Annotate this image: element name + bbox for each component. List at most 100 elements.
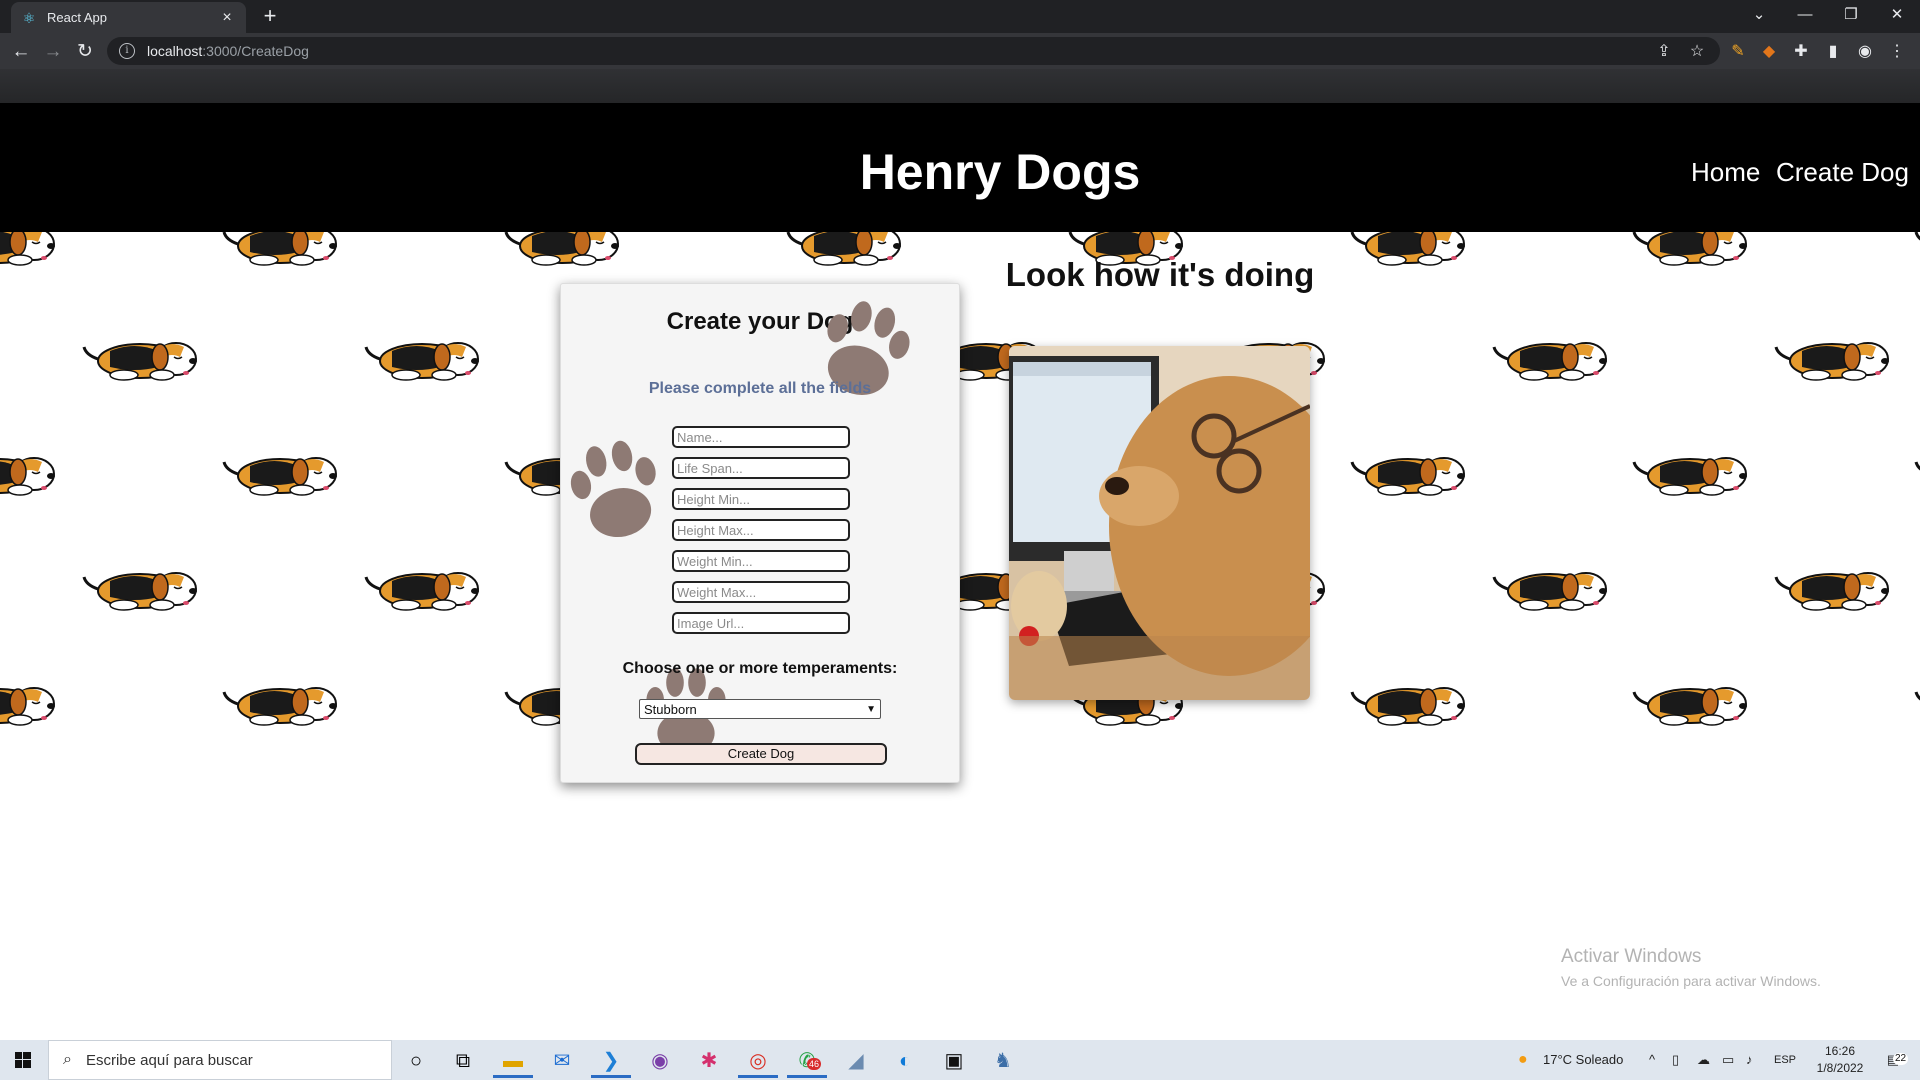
close-tab-icon[interactable]: × xyxy=(218,9,236,27)
volume-icon[interactable]: ♪ xyxy=(1746,1040,1753,1080)
dog-preview-image xyxy=(1009,346,1310,700)
height-max-field[interactable] xyxy=(672,519,850,541)
site-info-icon[interactable]: i xyxy=(119,43,135,59)
vscode-icon[interactable]: ❯ xyxy=(591,1044,631,1078)
back-icon[interactable]: ← xyxy=(8,39,34,65)
network-icon[interactable]: ▭ xyxy=(1722,1040,1734,1080)
cortana-icon[interactable]: ○ xyxy=(396,1044,436,1078)
terminal-icon[interactable]: ▣ xyxy=(934,1044,974,1078)
search-icon: ⌕ xyxy=(63,1051,72,1068)
slack-icon[interactable]: ✱ xyxy=(689,1044,729,1078)
tray-chevron-up-icon[interactable]: ^ xyxy=(1649,1040,1655,1080)
new-tab-button[interactable]: + xyxy=(258,4,282,28)
profile-avatar-icon[interactable]: ◉ xyxy=(1854,41,1876,63)
weather-sun-icon[interactable]: ● xyxy=(1518,1040,1528,1080)
notifications-count: 22 xyxy=(1893,1053,1909,1065)
beagle-illustration xyxy=(1772,327,1892,383)
language-indicator[interactable]: ESP xyxy=(1774,1040,1796,1080)
bookmark-bar xyxy=(0,69,1920,103)
edge-icon[interactable]: ◐ xyxy=(885,1044,925,1078)
windows-taskbar: ⌕ Escribe aquí para buscar ○ ⧉ ▬ ✉ ❯ ◉ ✱… xyxy=(0,1040,1920,1080)
beagle-illustration xyxy=(220,232,340,268)
browser-tab[interactable]: ⚛ React App × xyxy=(11,2,246,33)
nav-home-link[interactable]: Home xyxy=(1691,157,1760,188)
create-dog-form: Create your Dog Please complete all the … xyxy=(560,283,960,783)
metamask-extension-icon[interactable]: ◆ xyxy=(1758,41,1780,63)
extensions-puzzle-icon[interactable]: ✚ xyxy=(1790,41,1812,63)
whatsapp-icon[interactable]: ✆46 xyxy=(787,1044,827,1078)
create-dog-button[interactable]: Create Dog xyxy=(635,743,887,765)
beagle-illustration xyxy=(0,232,58,268)
react-favicon-icon: ⚛ xyxy=(22,9,36,26)
web-page: Henry Dogs Home Create Dog Create your D… xyxy=(0,103,1920,1040)
beagle-illustration xyxy=(0,672,58,728)
dog-at-computer-photo xyxy=(1009,346,1310,700)
beagle-illustration xyxy=(1912,672,1920,728)
beagle-illustration xyxy=(0,442,58,498)
beagle-illustration xyxy=(1772,557,1892,613)
postgres-icon[interactable]: ♞ xyxy=(983,1044,1023,1078)
taskbar-search-box[interactable]: ⌕ Escribe aquí para buscar xyxy=(48,1040,392,1080)
address-bar[interactable]: i localhost:3000/CreateDog xyxy=(107,37,1720,65)
image-url-field[interactable] xyxy=(672,612,850,634)
mail-icon[interactable]: ✉ xyxy=(542,1044,582,1078)
app-icon[interactable]: ◢ xyxy=(836,1044,876,1078)
chevron-down-icon: ▼ xyxy=(866,703,876,715)
temperaments-label: Choose one or more temperaments: xyxy=(622,660,898,677)
tab-title: React App xyxy=(47,10,107,25)
beagle-illustration xyxy=(1912,442,1920,498)
clock[interactable]: 16:26 1/8/2022 xyxy=(1812,1043,1868,1077)
weight-min-field[interactable] xyxy=(672,550,850,572)
pen-extension-icon[interactable]: ✎ xyxy=(1727,41,1749,63)
url-path: :3000/CreateDog xyxy=(202,43,309,59)
preview-title: Look how it's doing xyxy=(1005,256,1315,293)
browser-tabbar: ⚛ React App × + ⌄ — ❐ ✕ xyxy=(0,0,1920,33)
temperament-select[interactable]: Stubborn ▼ xyxy=(639,699,881,719)
forward-icon[interactable]: → xyxy=(40,39,66,65)
beagle-illustration xyxy=(220,672,340,728)
height-min-field[interactable] xyxy=(672,488,850,510)
beagle-background-pattern xyxy=(0,232,1920,932)
minimize-button[interactable]: — xyxy=(1782,0,1828,33)
beagle-illustration xyxy=(1348,232,1468,268)
side-panel-icon[interactable]: ▮ xyxy=(1822,41,1844,63)
weather-text[interactable]: 17°C Soleado xyxy=(1543,1040,1623,1080)
battery-icon[interactable]: ▯ xyxy=(1672,1040,1679,1080)
nav-create-dog-link[interactable]: Create Dog xyxy=(1776,157,1909,188)
chrome-icon[interactable]: ◎ xyxy=(738,1044,778,1078)
life-span-field[interactable] xyxy=(672,457,850,479)
cloud-icon[interactable]: ☁ xyxy=(1697,1040,1710,1080)
share-icon[interactable]: ⇪ xyxy=(1653,41,1675,63)
notifications-icon[interactable]: ▤22 xyxy=(1878,1040,1909,1080)
form-subtitle: Please complete all the fields xyxy=(648,380,872,397)
beagle-illustration xyxy=(1630,232,1750,268)
menu-kebab-icon[interactable]: ⋮ xyxy=(1886,41,1908,63)
site-title-wrap: Henry Dogs xyxy=(0,143,1920,201)
beagle-illustration xyxy=(784,232,904,268)
clock-time: 16:26 xyxy=(1824,1044,1856,1058)
browser-toolbar: ← → ↻ i localhost:3000/CreateDog ⇪ ☆ ✎ ◆… xyxy=(0,33,1920,69)
clock-date: 1/8/2022 xyxy=(1816,1061,1864,1075)
site-header: Henry Dogs Home Create Dog xyxy=(0,103,1920,232)
start-button[interactable] xyxy=(0,1040,46,1080)
taskbar-search-placeholder: Escribe aquí para buscar xyxy=(85,1051,253,1069)
bookmark-star-icon[interactable]: ☆ xyxy=(1686,41,1708,63)
task-view-icon[interactable]: ⧉ xyxy=(443,1044,483,1078)
beagle-illustration xyxy=(1630,672,1750,728)
beagle-illustration xyxy=(1490,557,1610,613)
windows-logo-icon xyxy=(15,1052,31,1068)
close-window-button[interactable]: ✕ xyxy=(1874,0,1920,33)
reload-icon[interactable]: ↻ xyxy=(72,39,98,65)
beagle-illustration xyxy=(220,442,340,498)
name-field[interactable] xyxy=(672,426,850,448)
github-desktop-icon[interactable]: ◉ xyxy=(640,1044,680,1078)
restore-button[interactable]: ❐ xyxy=(1828,0,1874,33)
tab-search-icon[interactable]: ⌄ xyxy=(1736,0,1782,33)
beagle-illustration xyxy=(1348,672,1468,728)
beagle-illustration xyxy=(502,232,622,268)
weight-max-field[interactable] xyxy=(672,581,850,603)
file-explorer-icon[interactable]: ▬ xyxy=(493,1044,533,1078)
beagle-illustration xyxy=(1912,232,1920,268)
url-host: localhost xyxy=(147,43,203,59)
beagle-illustration xyxy=(1490,327,1610,383)
